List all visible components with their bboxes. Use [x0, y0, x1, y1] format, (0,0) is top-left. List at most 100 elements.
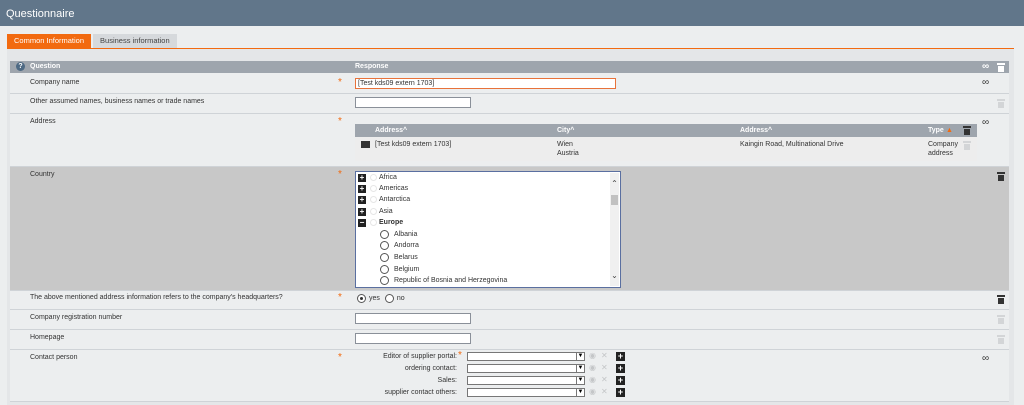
editor-select[interactable]: ▼: [467, 352, 585, 361]
tab-business-information[interactable]: Business information: [93, 34, 177, 48]
other-names-input[interactable]: [355, 97, 471, 108]
tree-node-albania[interactable]: Albania: [380, 229, 417, 240]
chevron-down-icon[interactable]: ▼: [576, 377, 584, 384]
address-type-line2: address: [928, 150, 953, 157]
sales-select[interactable]: ▼: [467, 376, 585, 385]
tools-icon: ✕: [601, 351, 608, 360]
help-icon[interactable]: ?: [16, 62, 25, 71]
scrollbar-thumb[interactable]: [611, 195, 618, 205]
trash-icon: [963, 141, 971, 150]
trash-icon: [997, 315, 1005, 324]
collapse-icon[interactable]: −: [358, 218, 366, 227]
tree-node-europe[interactable]: − Europe: [358, 217, 403, 228]
registration-number-input[interactable]: [355, 313, 471, 324]
expand-icon[interactable]: +: [358, 207, 366, 216]
tree-node-belarus[interactable]: Belarus: [380, 252, 418, 263]
chevron-down-icon[interactable]: ▼: [576, 353, 584, 360]
checkbox[interactable]: [370, 174, 377, 181]
question-row-other-names: Other assumed names, business names or t…: [10, 94, 1009, 114]
headquarters-radio-group: yes no: [357, 294, 405, 303]
scroll-down-icon[interactable]: ⌄: [610, 271, 619, 280]
radio-button[interactable]: [380, 241, 389, 250]
checkbox[interactable]: [370, 219, 377, 226]
trash-icon[interactable]: [997, 172, 1005, 181]
add-icon[interactable]: +: [616, 352, 625, 361]
address-city: Wien: [557, 141, 573, 148]
street-column-header[interactable]: Address^: [740, 127, 772, 134]
contact-label-editor: Editor of supplier portal:: [383, 353, 457, 360]
company-name-input[interactable]: [Test kds09 extern 1703]: [355, 78, 616, 89]
tools-icon: ✕: [601, 387, 608, 396]
no-radio[interactable]: [384, 294, 394, 303]
question-label: Homepage: [30, 334, 65, 341]
supplier-contact-others-select[interactable]: ▼: [467, 388, 585, 397]
chevron-down-icon[interactable]: ▼: [576, 365, 584, 372]
response-column-header: Response: [355, 63, 389, 70]
eye-icon: ◉: [589, 387, 596, 396]
tree-node-africa[interactable]: + Africa: [358, 172, 397, 183]
question-column-header: Question: [30, 63, 61, 70]
trash-icon[interactable]: [963, 126, 971, 135]
scrollbar[interactable]: ⌃ ⌄: [610, 173, 619, 286]
expand-icon[interactable]: +: [358, 195, 366, 204]
tree-node-asia[interactable]: + Asia: [358, 206, 393, 217]
question-label: Contact person: [30, 354, 78, 361]
eye-icon: ◉: [589, 363, 596, 372]
link-icon[interactable]: ∞: [982, 118, 989, 128]
question-label: Company name: [30, 79, 80, 86]
country-tree[interactable]: + Africa + Americas + Antarctica + Asia − Eur…: [355, 171, 621, 288]
address-name: [Test kds09 extern 1703]: [375, 141, 452, 148]
contact-label-others: supplier contact others:: [384, 389, 457, 396]
add-icon[interactable]: +: [616, 364, 625, 373]
expand-icon[interactable]: +: [358, 173, 366, 182]
address-country: Austria: [557, 150, 579, 157]
contact-label-sales: Sales:: [437, 377, 457, 384]
tree-node-andorra[interactable]: Andorra: [380, 240, 419, 251]
tree-node-bosnia[interactable]: Republic of Bosnia and Herzegovina: [380, 275, 507, 286]
ordering-contact-select[interactable]: ▼: [467, 364, 585, 373]
trash-icon[interactable]: [997, 295, 1005, 304]
radio-button[interactable]: [380, 230, 389, 239]
address-table-header: Address^ City^ Address^ Type ▲: [355, 124, 977, 137]
add-icon[interactable]: +: [616, 376, 625, 385]
trash-icon[interactable]: [997, 63, 1005, 72]
required-marker: *: [338, 292, 342, 303]
type-column-header[interactable]: Type: [928, 127, 944, 134]
question-row-company-name: Company name * [Test kds09 extern 1703] …: [10, 73, 1009, 94]
link-icon[interactable]: ∞: [982, 78, 989, 88]
no-label: no: [396, 295, 405, 302]
required-marker: *: [338, 116, 342, 127]
city-column-header[interactable]: City^: [557, 127, 574, 134]
question-label: Country: [30, 171, 55, 178]
tree-node-antarctica[interactable]: + Antarctica: [358, 194, 410, 205]
sort-up-icon[interactable]: ▲: [946, 127, 953, 134]
checkbox[interactable]: [370, 185, 377, 192]
question-label: Address: [30, 118, 56, 125]
trash-icon: [997, 335, 1005, 344]
chevron-down-icon[interactable]: ▼: [576, 389, 584, 396]
yes-label: yes: [369, 295, 380, 302]
checkbox[interactable]: [370, 208, 377, 215]
checkbox[interactable]: [370, 196, 377, 203]
table-header: ? Question Response ∞: [10, 61, 1009, 73]
address-table-row[interactable]: [Test kds09 extern 1703] Wien Austria Ka…: [355, 137, 977, 161]
radio-button[interactable]: [380, 265, 389, 274]
tools-icon: ✕: [601, 375, 608, 384]
question-label: Other assumed names, business names or t…: [30, 98, 205, 105]
address-column-header[interactable]: Address^: [375, 127, 407, 134]
radio-button[interactable]: [380, 253, 389, 262]
tree-node-belgium[interactable]: Belgium: [380, 264, 419, 275]
radio-button[interactable]: [380, 276, 389, 285]
question-label: Company registration number: [30, 314, 123, 321]
scroll-up-icon[interactable]: ⌃: [610, 179, 619, 188]
link-icon[interactable]: ∞: [982, 62, 989, 72]
expand-icon[interactable]: +: [358, 184, 366, 193]
link-icon[interactable]: ∞: [982, 354, 989, 364]
add-icon[interactable]: +: [616, 388, 625, 397]
required-marker: *: [458, 350, 462, 361]
yes-radio[interactable]: [357, 294, 366, 303]
trash-icon: [997, 99, 1005, 108]
tree-node-americas[interactable]: + Americas: [358, 183, 408, 194]
homepage-input[interactable]: [355, 333, 471, 344]
tab-common-information[interactable]: Common Information: [7, 34, 92, 48]
